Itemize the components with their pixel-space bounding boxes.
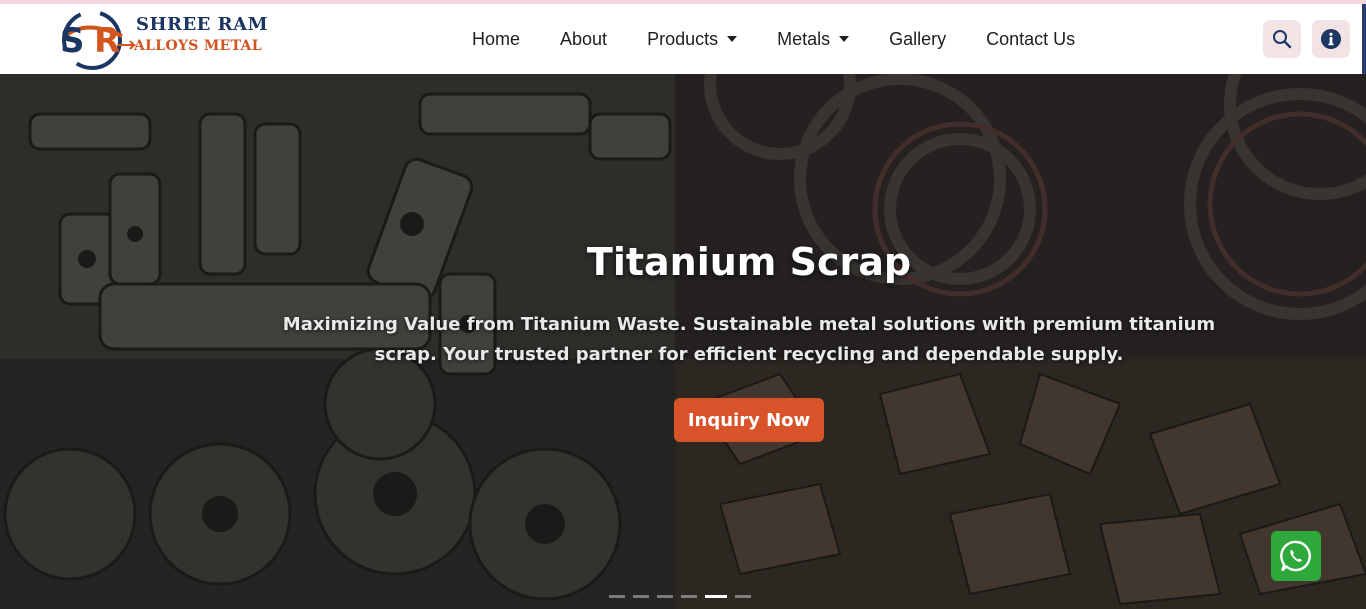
nav-gallery-label: Gallery (889, 28, 947, 49)
caret-down-icon (727, 36, 738, 42)
scrollbar-edge (1362, 4, 1366, 74)
nav-contact[interactable]: Contact Us (986, 29, 1075, 50)
nav-metals[interactable]: Metals (777, 28, 850, 50)
whatsapp-icon (1280, 540, 1311, 572)
nav-products-label: Products (647, 28, 719, 49)
brand-subtitle: ALLOYS METAL (134, 38, 262, 54)
nav-gallery[interactable]: Gallery (889, 29, 946, 50)
info-button[interactable] (1312, 20, 1350, 58)
slide-indicator-3[interactable] (657, 595, 673, 598)
caret-down-icon (839, 36, 850, 42)
nav-about-label: About (560, 28, 608, 49)
hero-title: Titanium Scrap (586, 240, 912, 284)
hero-slider: Titanium Scrap Maximizing Value from Tit… (0, 74, 1366, 609)
whatsapp-button[interactable] (1271, 531, 1321, 581)
slide-indicator-1[interactable] (609, 595, 625, 598)
hero-description: Maximizing Value from Titanium Waste. Su… (282, 314, 1216, 365)
svg-text:S: S (60, 21, 85, 61)
brand-logo[interactable]: S R SHREE RAM ALLOYS METAL (58, 6, 268, 72)
site-header: S R SHREE RAM ALLOYS METAL Home About Pr… (0, 4, 1366, 74)
slide-indicator-4[interactable] (681, 595, 697, 598)
nav-home-label: Home (472, 28, 521, 49)
slide-indicator-6[interactable] (735, 595, 751, 598)
nav-metals-label: Metals (777, 28, 831, 49)
logo-emblem: S R (60, 10, 137, 70)
nav-about[interactable]: About (560, 29, 607, 50)
slider-indicators (609, 595, 759, 598)
nav-contact-label: Contact Us (986, 28, 1076, 49)
search-icon (1273, 30, 1292, 49)
brand-name: SHREE RAM (136, 14, 269, 35)
slide-indicator-2[interactable] (633, 595, 649, 598)
inquiry-now-button[interactable]: Inquiry Now (674, 398, 824, 442)
nav-products[interactable]: Products (647, 28, 738, 50)
info-icon (1321, 29, 1341, 49)
search-button[interactable] (1263, 20, 1301, 58)
svg-text:R: R (94, 21, 120, 61)
main-nav: Home About Products Metals Gallery Conta… (472, 24, 1115, 54)
slide-indicator-5[interactable] (705, 595, 727, 598)
nav-home[interactable]: Home (472, 29, 520, 50)
